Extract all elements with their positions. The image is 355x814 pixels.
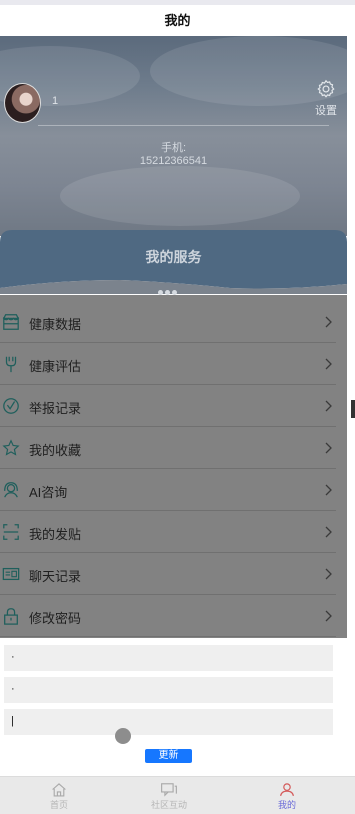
bottom-tabbar: 首页 社区互动 我的 [0, 776, 355, 814]
cloud-decoration [60, 166, 300, 226]
page-title: 我的 [0, 5, 355, 36]
menu-item-label: 我的发贴 [29, 527, 82, 542]
menu-item-label: 聊天记录 [29, 569, 82, 584]
settings-button[interactable]: 设置 [311, 78, 341, 118]
app-root: 我的 1 设置 手机: 15212366541 我的服务 健康数据 健康评估 举… [0, 0, 355, 814]
user-icon [280, 783, 294, 797]
menu-item-report-records[interactable]: 举报记录 [0, 385, 336, 427]
chevron-right-icon [325, 484, 332, 496]
field-value: | [11, 715, 14, 727]
tab-home[interactable]: 首页 [0, 777, 118, 814]
clock-check-icon [3, 398, 19, 414]
gear-icon [317, 79, 335, 98]
star-icon [2, 439, 20, 456]
chevron-right-icon [325, 400, 332, 412]
menu-item-chat-history[interactable]: 聊天记录 [0, 553, 336, 595]
services-header: 我的服务 [0, 230, 347, 295]
menu-item-label: 修改密码 [29, 611, 82, 626]
field-value: · [11, 683, 15, 695]
chevron-right-icon [325, 316, 332, 328]
menu-item-my-posts[interactable]: 我的发贴 [0, 511, 336, 553]
tuning-fork-icon [5, 356, 17, 373]
chevron-right-icon [325, 568, 332, 580]
menu-item-label: 健康数据 [29, 317, 82, 332]
form-field-1[interactable]: · [4, 645, 333, 671]
menu-item-health-data[interactable]: 健康数据 [0, 301, 336, 343]
avatar[interactable] [4, 83, 41, 123]
id-card-icon [2, 567, 20, 581]
profile-banner: 1 设置 手机: 15212366541 [0, 36, 347, 236]
chevron-right-icon [325, 526, 332, 538]
menu-item-health-assessment[interactable]: 健康评估 [0, 343, 336, 385]
touch-indicator [115, 728, 131, 744]
scan-icon [3, 524, 19, 540]
lock-icon [4, 608, 18, 625]
chat-icon [161, 783, 177, 797]
service-menu: 健康数据 健康评估 举报记录 我的收藏 AI咨询 我的发贴 聊天记录 修改密码 [0, 295, 347, 638]
form-field-2[interactable]: · [4, 677, 333, 703]
menu-item-label: 健康评估 [29, 359, 82, 374]
tab-community[interactable]: 社区互动 [110, 777, 228, 814]
update-button[interactable]: 更新 [145, 749, 192, 763]
form-field-3[interactable]: | [4, 709, 333, 735]
chevron-right-icon [325, 442, 332, 454]
home-icon [52, 783, 66, 797]
chevron-right-icon [325, 358, 332, 370]
pagination-dots [158, 282, 182, 295]
field-value: · [11, 651, 15, 663]
menu-item-label: 举报记录 [29, 401, 82, 416]
menu-item-change-password[interactable]: 修改密码 [0, 595, 336, 637]
scrollbar-handle[interactable] [351, 400, 355, 418]
store-icon [2, 314, 20, 330]
phone-label: 手机: [160, 142, 187, 154]
chevron-right-icon [325, 610, 332, 622]
menu-item-label: 我的收藏 [29, 443, 82, 458]
menu-item-ai-consult[interactable]: AI咨询 [0, 469, 336, 511]
headset-icon [4, 482, 18, 498]
phone-number: 15212366541 [139, 155, 208, 167]
username: 1 [52, 95, 59, 107]
divider [38, 125, 329, 126]
services-title: 我的服务 [145, 249, 202, 265]
tab-label: 首页 [49, 800, 68, 810]
tab-label: 社区互动 [150, 800, 187, 810]
tab-mine[interactable]: 我的 [228, 777, 346, 814]
menu-item-label: AI咨询 [29, 485, 68, 500]
menu-item-favorites[interactable]: 我的收藏 [0, 427, 336, 469]
settings-label: 设置 [315, 105, 337, 117]
tab-label: 我的 [277, 800, 296, 810]
